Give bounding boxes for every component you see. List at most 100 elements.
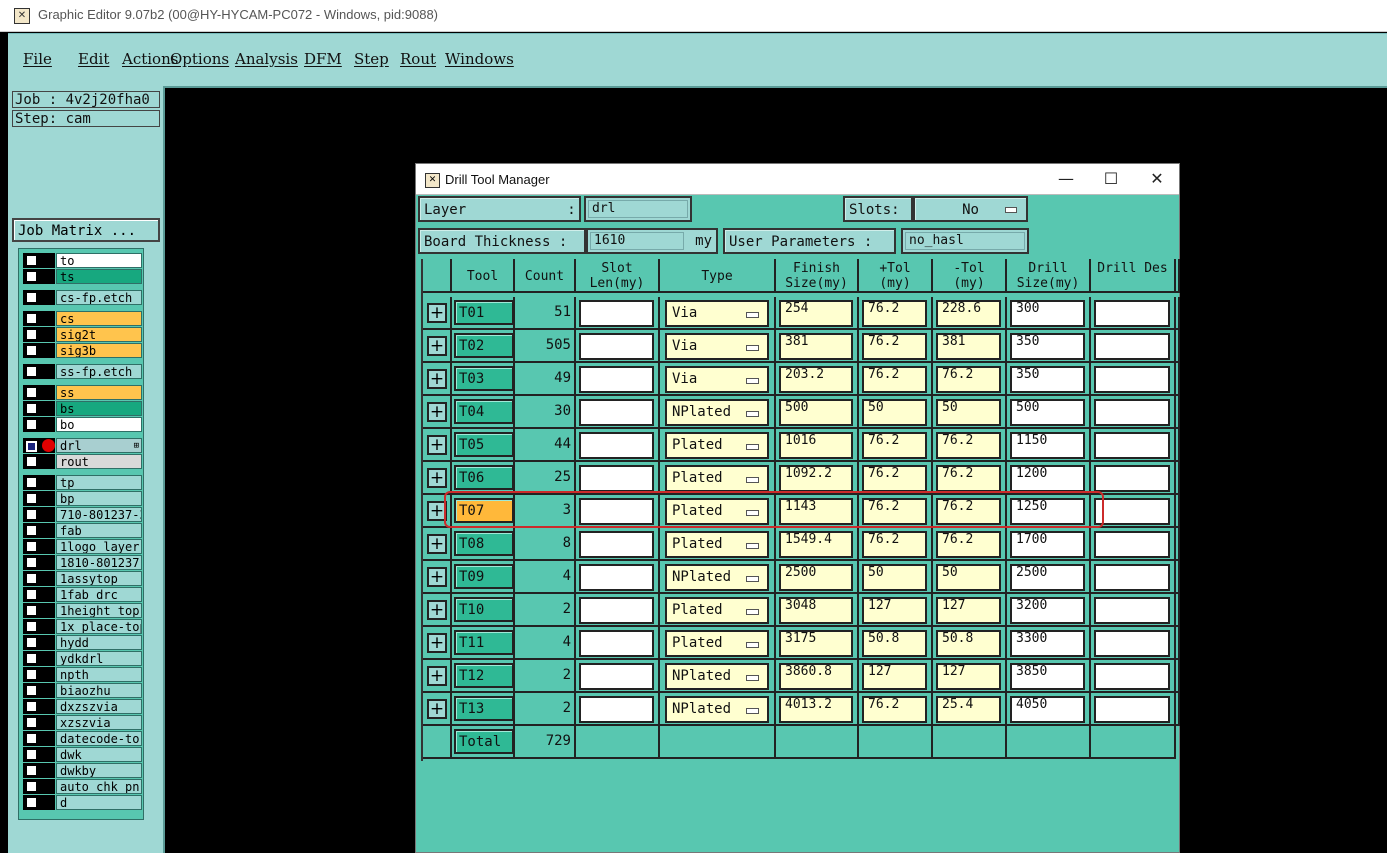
plus-tol-input[interactable]: 127 [862, 663, 927, 690]
slot-len-input[interactable] [579, 465, 654, 492]
layer-name[interactable]: dwk [56, 747, 142, 762]
layer-name[interactable]: 1810-801237 [56, 555, 142, 570]
plus-tol-input[interactable]: 76.2 [862, 300, 927, 327]
layer-checkbox[interactable] [26, 509, 37, 520]
layer-name[interactable]: 1x_place-top [56, 619, 142, 634]
type-dropdown[interactable]: Via [665, 366, 769, 393]
layer-checkbox[interactable] [26, 541, 37, 552]
minus-tol-input[interactable]: 76.2 [936, 432, 1001, 459]
layer-checkbox[interactable] [26, 573, 37, 584]
layer-checkbox[interactable] [26, 653, 37, 664]
close-icon[interactable]: ✕ [1143, 168, 1171, 190]
layer-checkbox[interactable] [26, 797, 37, 808]
layer-name[interactable]: npth [56, 667, 142, 682]
layer-row-bs[interactable]: bs [23, 401, 142, 416]
layer-name[interactable]: sig2t [56, 327, 142, 342]
layer-row-dwkby[interactable]: dwkby [23, 763, 142, 778]
tool-button[interactable]: T05 [454, 432, 514, 457]
layer-name[interactable]: 1assytop [56, 571, 142, 586]
layer-checkbox[interactable] [26, 669, 37, 680]
drill-des-input[interactable] [1094, 564, 1170, 591]
drill-des-input[interactable] [1094, 399, 1170, 426]
menu-analysis[interactable]: Analysis [235, 50, 298, 68]
drill-size-input[interactable]: 350 [1010, 366, 1085, 393]
layer-checkbox[interactable] [26, 292, 37, 303]
drill-des-input[interactable] [1094, 300, 1170, 327]
layer-name[interactable]: datecode-to [56, 731, 142, 746]
layer-row-datecode-to[interactable]: datecode-to [23, 731, 142, 746]
drill-size-input[interactable]: 300 [1010, 300, 1085, 327]
slot-len-input[interactable] [579, 399, 654, 426]
layer-checkbox[interactable] [26, 456, 37, 467]
plus-tol-input[interactable]: 76.2 [862, 333, 927, 360]
layer-name[interactable]: rout [56, 454, 142, 469]
layer-row-ss[interactable]: ss [23, 385, 142, 400]
plus-tol-input[interactable]: 50 [862, 564, 927, 591]
drill-size-input[interactable]: 3850 [1010, 663, 1085, 690]
drill-size-input[interactable]: 2500 [1010, 564, 1085, 591]
job-matrix-button[interactable]: Job Matrix ... [12, 218, 160, 242]
layer-checkbox[interactable] [26, 605, 37, 616]
layer-menu-icon[interactable]: ⊞ [134, 439, 139, 452]
tool-button[interactable]: T12 [454, 663, 514, 688]
minus-tol-input[interactable]: 127 [936, 663, 1001, 690]
layer-row-biaozhu[interactable]: biaozhu [23, 683, 142, 698]
drill-des-input[interactable] [1094, 663, 1170, 690]
layer-checkbox[interactable] [26, 493, 37, 504]
slot-len-input[interactable] [579, 630, 654, 657]
drill-des-input[interactable] [1094, 465, 1170, 492]
type-dropdown[interactable]: Plated [665, 432, 769, 459]
minus-tol-input[interactable]: 50.8 [936, 630, 1001, 657]
layer-checkbox[interactable] [26, 419, 37, 430]
expand-icon[interactable]: + [427, 369, 447, 389]
layer-row-cs[interactable]: cs [23, 311, 142, 326]
menu-dfm[interactable]: DFM [304, 50, 342, 68]
layer-name[interactable]: bp [56, 491, 142, 506]
layer-checkbox[interactable] [26, 781, 37, 792]
layer-name[interactable]: hydd [56, 635, 142, 650]
layer-row-1logo_layer[interactable]: 1logo_layer [23, 539, 142, 554]
layer-row-fab[interactable]: fab [23, 523, 142, 538]
layer-row-auto_chk_pn.[interactable]: auto_chk_pn. [23, 779, 142, 794]
plus-tol-input[interactable]: 76.2 [862, 465, 927, 492]
plus-tol-input[interactable]: 50 [862, 399, 927, 426]
expand-icon[interactable]: + [427, 534, 447, 554]
layer-row-710-801237-3[interactable]: 710-801237-3 [23, 507, 142, 522]
finish-size-input[interactable]: 1092.2 [779, 465, 853, 492]
layer-row-1assytop[interactable]: 1assytop [23, 571, 142, 586]
slot-len-input[interactable] [579, 333, 654, 360]
minus-tol-input[interactable]: 381 [936, 333, 1001, 360]
slot-len-input[interactable] [579, 663, 654, 690]
layer-name[interactable]: xzszvia [56, 715, 142, 730]
tool-button[interactable]: T02 [454, 333, 514, 358]
finish-size-input[interactable]: 3860.8 [779, 663, 853, 690]
layer-checkbox[interactable] [26, 557, 37, 568]
finish-size-input[interactable]: 3048 [779, 597, 853, 624]
layer-checkbox[interactable] [26, 749, 37, 760]
layer-checkbox[interactable] [26, 589, 37, 600]
layer-row-dxzszvia[interactable]: dxzszvia [23, 699, 142, 714]
layer-name[interactable]: cs [56, 311, 142, 326]
layer-row-bp[interactable]: bp [23, 491, 142, 506]
layer-checkbox[interactable] [26, 525, 37, 536]
finish-size-input[interactable]: 1016 [779, 432, 853, 459]
menu-windows[interactable]: Windows [445, 50, 514, 68]
layer-row-1fab_drc[interactable]: 1fab_drc [23, 587, 142, 602]
layer-checkbox[interactable] [26, 733, 37, 744]
minus-tol-input[interactable]: 25.4 [936, 696, 1001, 723]
layer-name[interactable]: sig3b [56, 343, 142, 358]
layer-name[interactable]: cs-fp.etch [56, 290, 142, 305]
layer-row-ts[interactable]: ts [23, 269, 142, 284]
slots-dropdown[interactable]: No [913, 196, 1028, 222]
finish-size-input[interactable]: 1549.4 [779, 531, 853, 558]
plus-tol-input[interactable]: 76.2 [862, 366, 927, 393]
board-thickness-field[interactable]: 1610 my [586, 228, 718, 254]
layer-row-to[interactable]: to [23, 253, 142, 268]
drill-size-input[interactable]: 1700 [1010, 531, 1085, 558]
menu-edit[interactable]: Edit [78, 50, 109, 68]
layer-checkbox[interactable] [26, 403, 37, 414]
layer-row-dwk[interactable]: dwk [23, 747, 142, 762]
tool-button[interactable]: T11 [454, 630, 514, 655]
layer-name[interactable]: drl ⊞ [56, 438, 142, 453]
type-dropdown[interactable]: Plated [665, 465, 769, 492]
